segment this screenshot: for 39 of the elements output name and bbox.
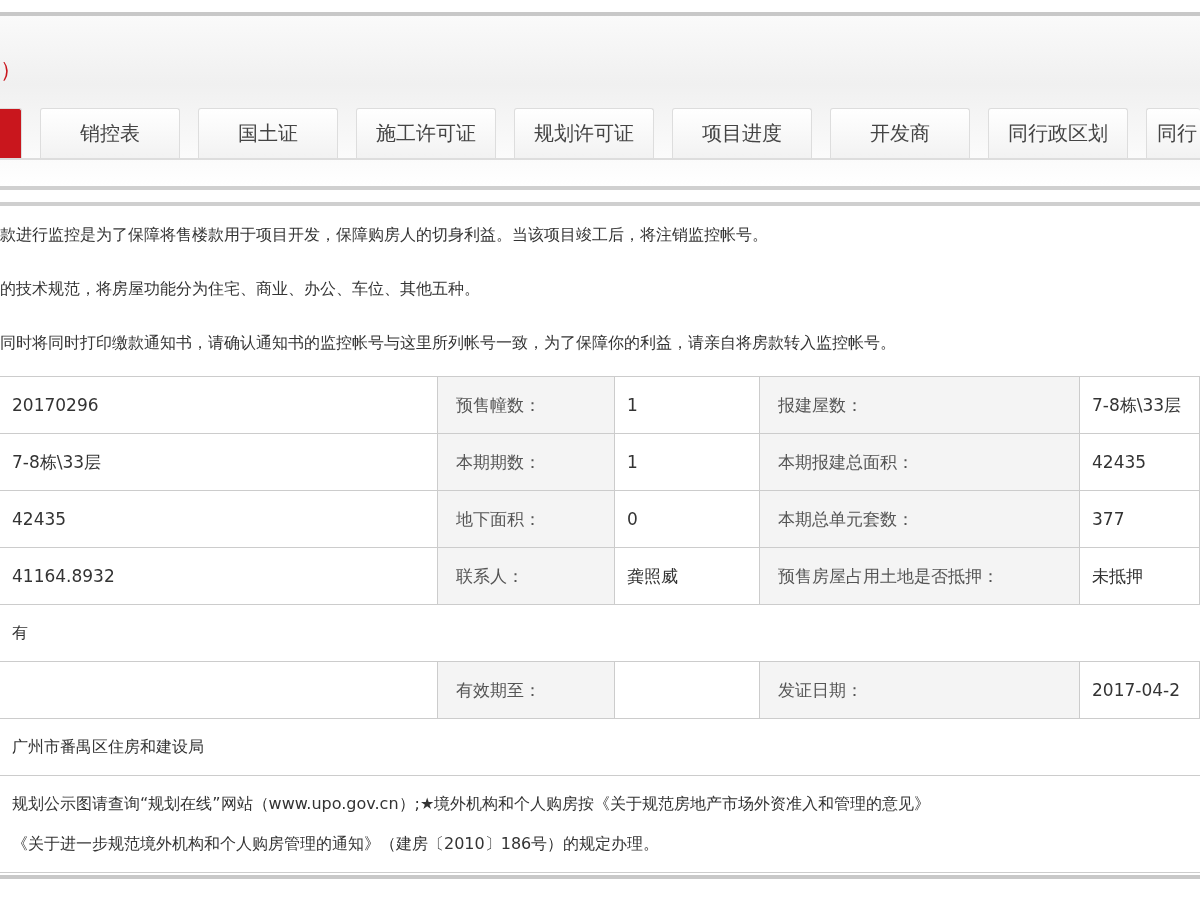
field-label: 本期总单元套数： [760,491,1080,548]
field-label: 地下面积： [438,491,615,548]
cell-text: 有 [12,622,29,644]
table-cell: 2017-04-2 [1080,662,1200,719]
tab[interactable]: 规划许可证 [514,108,654,158]
tab[interactable]: 同行 [1146,108,1200,158]
field-label: 预售幢数： [438,377,615,434]
cell-text: 《关于进一步规范境外机构和个人购房管理的通知》（建房〔2010〕186号）的规定办理。 [12,833,661,855]
tab[interactable]: 同行政区划 [988,108,1128,158]
field-label: 本期报建总面积： [760,434,1080,491]
tab[interactable]: 开发商 [830,108,970,158]
note-text: 的技术规范，将房屋功能分为住宅、商业、办公、车位、其他五种。 [0,278,481,300]
table-cell: 7-8栋\33层 [1080,377,1200,434]
note-text: 同时将同时打印缴款通知书，请确认通知书的监控帐号与这里所列帐号一致，为了保障你的利益，请亲自将房款转入监控帐号。 [0,332,897,354]
table-cell: 未抵押 [1080,548,1200,605]
table-cell: 1 [615,377,760,434]
note-text: 款进行监控是为了保障将售楼款用于项目开发，保障购房人的切身利益。当该项目竣工后，将注销监控帐号。 [0,224,769,246]
cell-text: 广州市番禺区住房和建设局 [12,736,205,758]
table-cell: 7-8栋\33层 [0,434,438,491]
tab[interactable]: 项目进度 [672,108,812,158]
cell-text: 规划公示图请查询“规划在线”网站（www.upo.gov.cn）;★境外机构和个人购房按《关于规范房地产市场外资准入和管理的意见》 [12,793,932,815]
table-cell: 42435 [0,491,438,548]
tab[interactable]: 销控表 [40,108,180,158]
tab[interactable]: 施工许可证 [356,108,496,158]
field-label: 有效期至： [438,662,615,719]
table-cell: 41164.8932 [0,548,438,605]
field-label: 报建屋数： [760,377,1080,434]
table-cell: 龚照威 [615,548,760,605]
table-cell: 0 [615,491,760,548]
page-title: ） [0,56,22,84]
field-label: 联系人： [438,548,615,605]
table-cell: 377 [1080,491,1200,548]
field-label: 预售房屋占用土地是否抵押： [760,548,1080,605]
table-cell: 1 [615,434,760,491]
tab[interactable]: 国土证 [198,108,338,158]
field-label: 发证日期： [760,662,1080,719]
table-cell: 20170296 [0,377,438,434]
table-cell: 42435 [1080,434,1200,491]
field-label: 本期期数： [438,434,615,491]
